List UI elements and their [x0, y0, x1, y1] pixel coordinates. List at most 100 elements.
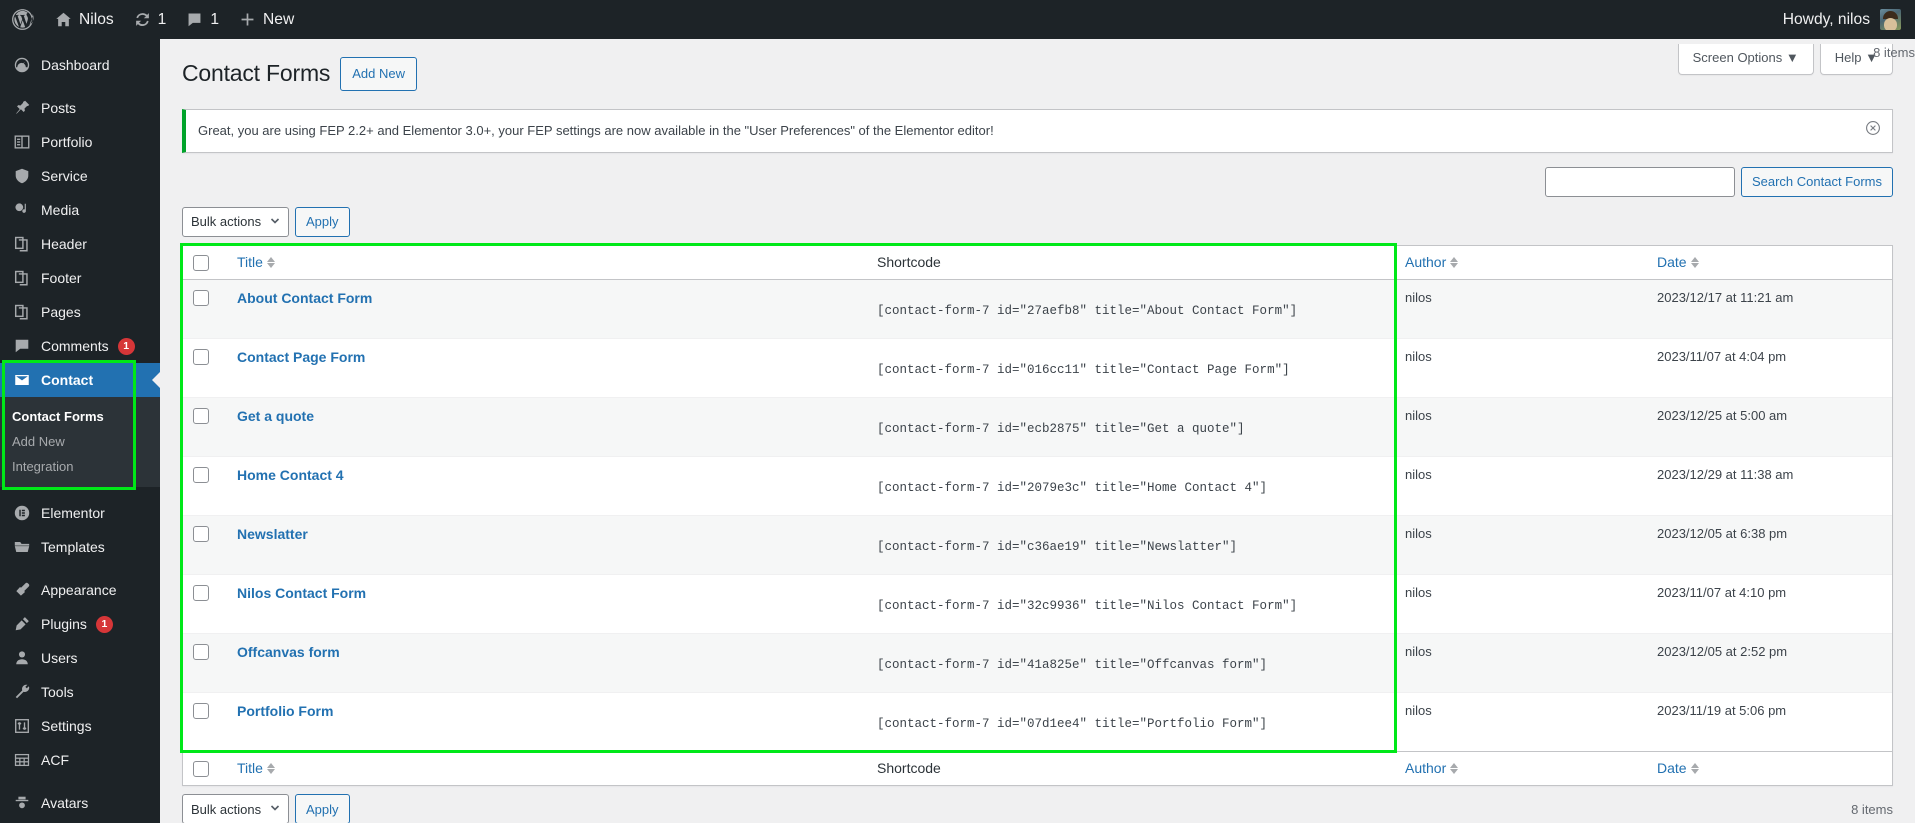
row-checkbox[interactable]: [193, 703, 209, 720]
wrench-icon: [12, 682, 32, 702]
sliders-icon: [12, 716, 32, 736]
search-input[interactable]: [1544, 166, 1735, 197]
sort-author-link-bottom[interactable]: Author: [1405, 760, 1459, 776]
row-checkbox[interactable]: [193, 467, 209, 484]
site-name-label: Nilos: [79, 10, 114, 28]
row-title-link[interactable]: Home Contact 4: [237, 467, 344, 483]
row-checkbox[interactable]: [193, 526, 209, 543]
bulk-actions-select-bottom[interactable]: Bulk actions: [182, 794, 289, 823]
sidebar-item-pages[interactable]: Pages: [0, 295, 160, 329]
sidebar-item-label: Tools: [41, 684, 74, 700]
sidebar-item-comments[interactable]: Comments 1: [0, 329, 160, 363]
add-new-button[interactable]: Add New: [340, 57, 417, 91]
sidebar-item-header[interactable]: Header: [0, 227, 160, 261]
site-name-button[interactable]: Nilos: [45, 0, 124, 39]
select-all-checkbox-bottom[interactable]: [193, 761, 209, 778]
sidebar-item-plugins[interactable]: Plugins 1: [0, 607, 160, 641]
table-row: Home Contact 4 [contact-form-7 id="2079e3…: [183, 455, 1892, 515]
row-shortcode-text[interactable]: [contact-form-7 id="016cc11" title="Cont…: [877, 363, 1385, 377]
row-title-link[interactable]: Offcanvas form: [237, 644, 340, 660]
sidebar-item-acf[interactable]: ACF: [0, 743, 160, 777]
comments-button[interactable]: 1: [176, 0, 229, 39]
sidebar-item-settings[interactable]: Settings: [0, 709, 160, 743]
sort-date-link-top[interactable]: Date: [1657, 254, 1699, 270]
row-title-link[interactable]: Portfolio Form: [237, 703, 333, 719]
sort-author-link-top[interactable]: Author: [1405, 254, 1459, 271]
sidebar-item-label: Footer: [41, 270, 82, 286]
sidebar-item-users[interactable]: Users: [0, 641, 160, 675]
sidebar-item-footer[interactable]: Footer: [0, 261, 160, 295]
row-checkbox[interactable]: [193, 585, 209, 602]
folder-icon: [12, 537, 32, 557]
apply-button-bottom[interactable]: Apply: [295, 794, 350, 823]
notice-dismiss-button[interactable]: [1860, 118, 1886, 144]
bulk-actions-row-top: Bulk actions Apply 8 items: [182, 45, 1915, 237]
sidebar-item-appearance[interactable]: Appearance: [0, 573, 160, 607]
row-select-cell: [183, 455, 227, 515]
row-shortcode-text[interactable]: [contact-form-7 id="2079e3c" title="Home…: [877, 481, 1385, 495]
my-account-button[interactable]: Howdy, nilos: [1773, 0, 1915, 39]
wordpress-logo-icon: [10, 7, 35, 32]
row-author-cell: nilos: [1395, 691, 1647, 751]
sidebar-item-media[interactable]: Media: [0, 193, 160, 227]
row-checkbox[interactable]: [193, 290, 209, 307]
select-all-checkbox-top[interactable]: [193, 254, 209, 271]
sidebar-item-service[interactable]: Service: [0, 159, 160, 193]
updates-count: 1: [157, 10, 167, 28]
sort-title-link-top[interactable]: Title: [237, 254, 275, 270]
sidebar-item-avatars[interactable]: Avatars: [0, 786, 160, 820]
sidebar-item-posts[interactable]: Posts: [0, 91, 160, 125]
sidebar-item-dashboard[interactable]: Dashboard: [0, 48, 160, 82]
admin-sidebar-menu: Dashboard Posts Portfolio Service Media …: [0, 39, 160, 823]
row-title-link[interactable]: Contact Page Form: [237, 349, 365, 365]
submenu-item-integration[interactable]: Integration: [0, 454, 160, 479]
table-row: Get a quote [contact-form-7 id="ecb2875" …: [183, 396, 1892, 456]
sidebar-item-contact[interactable]: Contact: [0, 363, 160, 397]
user-icon: [12, 648, 32, 668]
fep-notice: Great, you are using FEP 2.2+ and Elemen…: [182, 109, 1893, 153]
contact-forms-table: Title Shortcode Author Date About Contac…: [182, 244, 1893, 787]
sidebar-item-tools[interactable]: Tools: [0, 675, 160, 709]
screen-options-label: Screen Options: [1692, 50, 1783, 65]
sort-arrows-icon: [1690, 256, 1699, 268]
item-count-top: 8 items: [1873, 45, 1915, 60]
row-shortcode-text[interactable]: [contact-form-7 id="07d1ee4" title="Port…: [877, 717, 1385, 731]
bulk-actions-select-top[interactable]: Bulk actions: [182, 206, 289, 237]
row-shortcode-text[interactable]: [contact-form-7 id="ecb2875" title="Get …: [877, 422, 1385, 436]
wordpress-logo-button[interactable]: [0, 0, 45, 39]
sort-arrows-icon: [1450, 762, 1459, 774]
row-title-cell: Contact Page Form: [227, 337, 867, 397]
table-row: Offcanvas form [contact-form-7 id="41a825…: [183, 632, 1892, 692]
row-date-cell: 2023/12/05 at 6:38 pm: [1647, 514, 1892, 574]
sidebar-item-elementor[interactable]: Elementor: [0, 496, 160, 530]
sidebar-item-portfolio[interactable]: Portfolio: [0, 125, 160, 159]
row-title-link[interactable]: Get a quote: [237, 408, 314, 424]
sort-title-link-bottom[interactable]: Title: [237, 760, 275, 776]
row-title-link[interactable]: Newslatter: [237, 526, 308, 542]
row-shortcode-text[interactable]: [contact-form-7 id="32c9936" title="Nilo…: [877, 599, 1385, 613]
tablenav-bottom: Bulk actions Apply 8 items: [182, 794, 1893, 823]
screen-options-button[interactable]: Screen Options ▼: [1677, 44, 1814, 75]
help-label: Help: [1834, 50, 1862, 65]
submenu-item-add-new[interactable]: Add New: [0, 429, 160, 454]
column-label: Author: [1405, 254, 1447, 271]
submenu-item-contact-forms[interactable]: Contact Forms: [0, 404, 160, 429]
sidebar-item-templates[interactable]: Templates: [0, 530, 160, 564]
search-submit-button[interactable]: Search Contact Forms: [1740, 166, 1893, 197]
row-author-cell: nilos: [1395, 396, 1647, 456]
sort-date-link-bottom[interactable]: Date: [1657, 760, 1699, 776]
row-shortcode-text[interactable]: [contact-form-7 id="41a825e" title="Offc…: [877, 658, 1385, 672]
row-checkbox[interactable]: [193, 349, 209, 366]
row-checkbox[interactable]: [193, 644, 209, 661]
row-checkbox[interactable]: [193, 408, 209, 425]
row-shortcode-text[interactable]: [contact-form-7 id="27aefb8" title="Abou…: [877, 304, 1385, 318]
apply-button-top[interactable]: Apply: [295, 206, 350, 237]
new-content-button[interactable]: New: [229, 0, 304, 39]
sort-arrows-icon: [1450, 256, 1459, 268]
row-title-link[interactable]: About Contact Form: [237, 290, 372, 306]
updates-button[interactable]: 1: [124, 0, 177, 39]
column-footer-author: Author: [1395, 750, 1647, 786]
row-title-link[interactable]: Nilos Contact Form: [237, 585, 366, 601]
column-label: Date: [1657, 254, 1687, 271]
row-shortcode-text[interactable]: [contact-form-7 id="c36ae19" title="News…: [877, 540, 1385, 554]
